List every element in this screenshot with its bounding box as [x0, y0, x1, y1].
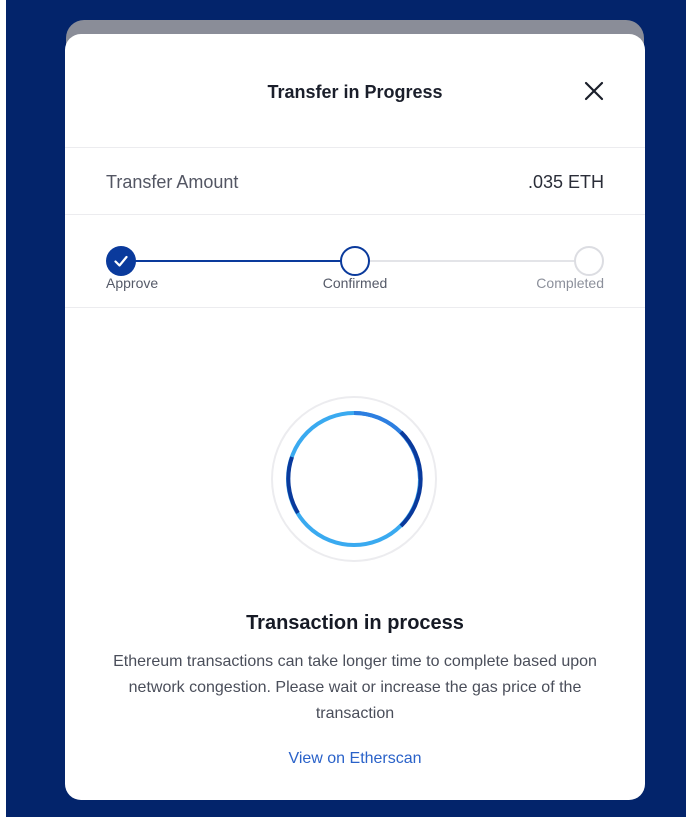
step-approve-circle — [106, 246, 136, 276]
modal-header: Transfer in Progress — [65, 34, 645, 148]
progress-stepper: Approve Confirmed Completed — [65, 215, 645, 308]
transfer-amount-value: .035 ETH — [527, 172, 604, 192]
modal-title: Transfer in Progress — [267, 82, 443, 102]
loading-spinner — [270, 395, 438, 563]
close-button[interactable] — [581, 78, 607, 104]
status-title: Transaction in process — [246, 612, 464, 634]
transfer-amount-label: Transfer Amount — [106, 172, 239, 192]
transfer-amount-row: Transfer Amount .035 ETH — [65, 148, 645, 215]
check-icon — [114, 255, 128, 267]
view-on-etherscan-link[interactable]: View on Etherscan — [65, 750, 645, 768]
status-description: Ethereum transactions can take longer ti… — [113, 653, 597, 722]
step-confirmed-circle — [340, 246, 370, 276]
step-label-approve: Approve — [106, 275, 159, 291]
step-label-completed: Completed — [536, 275, 604, 291]
step-line-done — [121, 260, 341, 262]
spinner-ring-icon — [271, 396, 437, 562]
close-icon — [584, 81, 604, 101]
step-completed-circle — [574, 246, 604, 276]
step-line-pending — [369, 260, 588, 262]
step-label-confirmed: Confirmed — [322, 275, 388, 291]
transfer-modal: Transfer in Progress Transfer Amount .03… — [65, 34, 645, 800]
